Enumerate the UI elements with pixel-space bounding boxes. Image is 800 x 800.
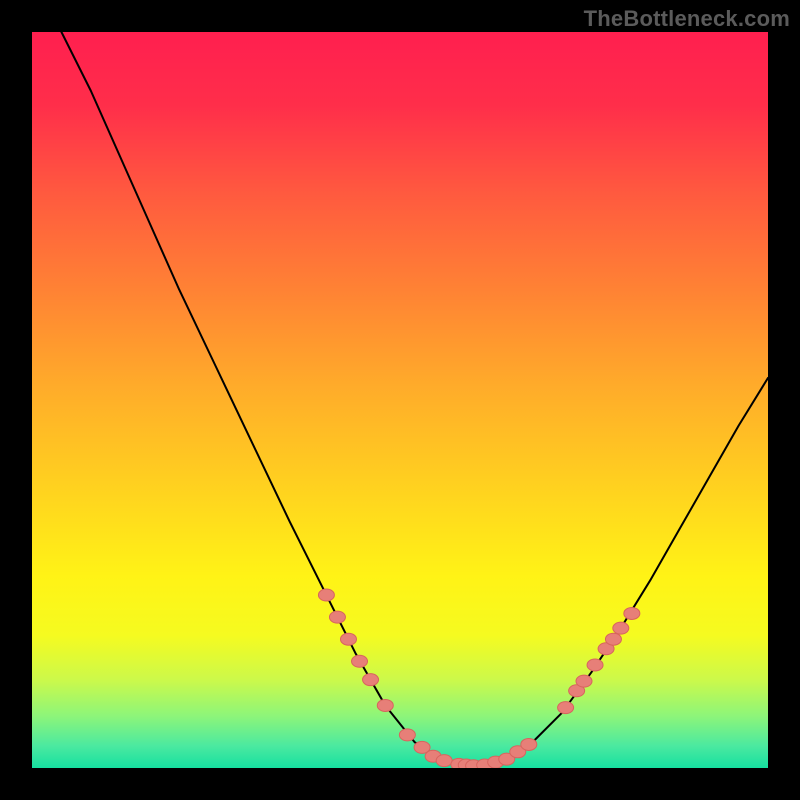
curve-layer (32, 32, 768, 768)
data-marker (613, 622, 629, 634)
data-marker (436, 755, 452, 767)
data-marker (576, 675, 592, 687)
data-marker (363, 674, 379, 686)
data-marker (587, 659, 603, 671)
data-marker (318, 589, 334, 601)
bottleneck-curve (61, 32, 768, 766)
data-marker (605, 633, 621, 645)
data-marker (521, 738, 537, 750)
data-marker (377, 699, 393, 711)
data-marker (399, 729, 415, 741)
chart-frame: TheBottleneck.com (0, 0, 800, 800)
data-marker (329, 611, 345, 623)
data-marker (558, 702, 574, 714)
data-marker (340, 633, 356, 645)
watermark-text: TheBottleneck.com (584, 6, 790, 32)
data-markers (318, 589, 639, 768)
plot-area (32, 32, 768, 768)
data-marker (352, 655, 368, 667)
data-marker (624, 607, 640, 619)
